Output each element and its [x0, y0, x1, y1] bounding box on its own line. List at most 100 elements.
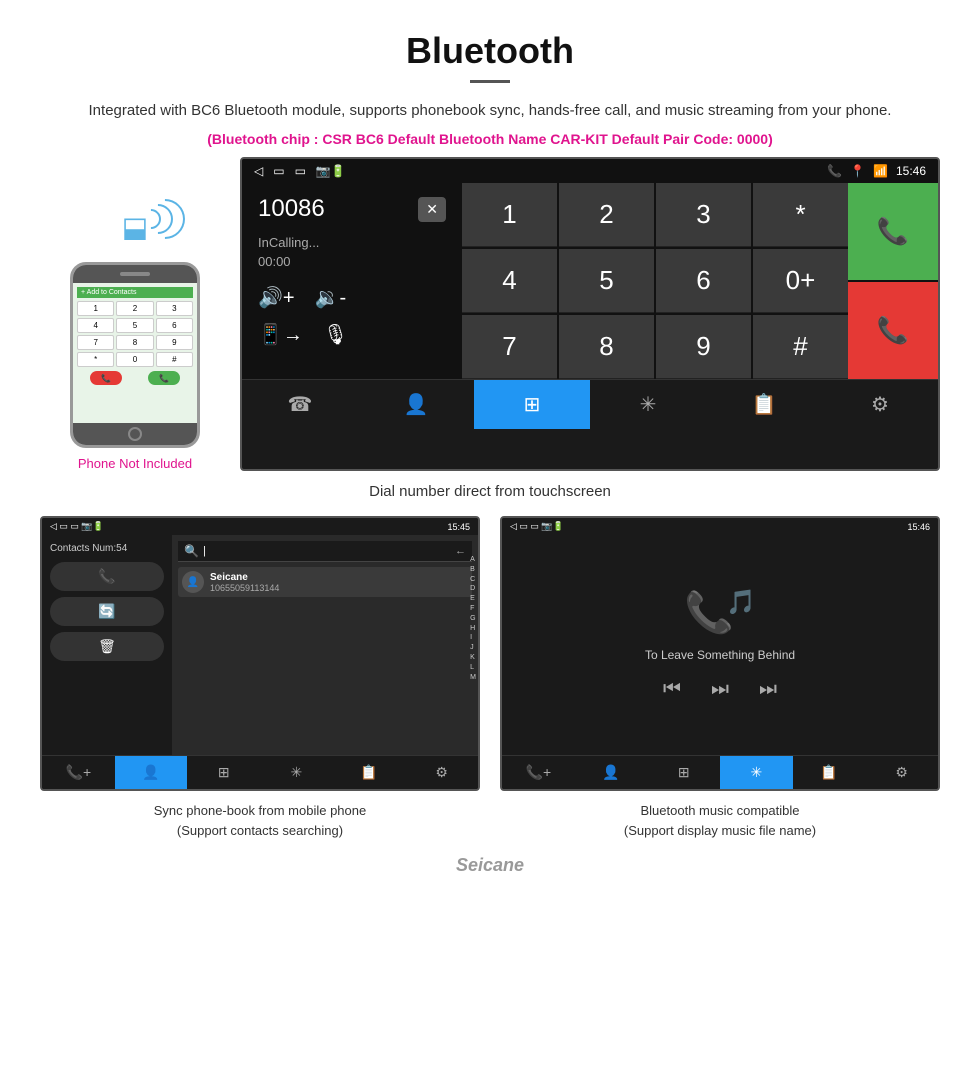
phone-end-btn[interactable]: 📞 [90, 371, 122, 385]
wifi-icon-status: 📶 [873, 164, 888, 178]
key-7[interactable]: 7 [462, 315, 557, 379]
contacts-right-panel: 🔍 | ← 👤 Seicane 10655059113144 [172, 535, 478, 755]
red-end-button[interactable]: 📞 [848, 282, 938, 379]
key-9[interactable]: 9 [656, 315, 751, 379]
green-call-button[interactable]: 📞 [848, 183, 938, 280]
main-screenshot-section: ⬓ + Add to Contacts 1 2 3 4 5 6 7 [40, 157, 940, 471]
phone-key-9[interactable]: 9 [156, 335, 193, 350]
key-6[interactable]: 6 [656, 249, 751, 313]
status-bar-left: ◁ ▭ ▭ 📷🔋 [254, 164, 346, 178]
next-track-button[interactable]: ⏭ [711, 678, 729, 701]
main-caption: Dial number direct from touchscreen [40, 471, 940, 516]
contacts-nav-call[interactable]: 📞+ [42, 756, 115, 789]
phone-speaker [120, 272, 150, 276]
nav-dialpad-btn[interactable]: ⊞ [474, 380, 590, 429]
phone-key-star[interactable]: * [77, 352, 114, 367]
key-star[interactable]: * [753, 183, 848, 247]
music-controls: ⏮ ⏭ ⏭ [663, 678, 777, 701]
key-2[interactable]: 2 [559, 183, 654, 247]
music-caption-line2: (Support display music file name) [624, 823, 816, 838]
nav-recents: ▭ [295, 164, 306, 178]
contacts-time: 15:45 [447, 522, 470, 532]
music-nav-call[interactable]: 📞+ [502, 756, 575, 789]
phone-key-3[interactable]: 3 [156, 301, 193, 316]
phone-screen: + Add to Contacts 1 2 3 4 5 6 7 8 9 * 0 … [73, 283, 197, 423]
vol-up-btn[interactable]: 🔊+ [258, 285, 295, 310]
transfer-btn[interactable]: 📱→ [258, 322, 303, 347]
contact-number: 10655059113144 [210, 583, 279, 593]
title-divider [470, 80, 510, 83]
phone-call-btn[interactable]: 📞 [148, 371, 180, 385]
key-hash[interactable]: # [753, 315, 848, 379]
call-timer-display: 00:00 [258, 254, 446, 269]
music-nav-settings[interactable]: ⚙ [865, 756, 938, 789]
skip-button[interactable]: ⏭ [759, 678, 777, 701]
key-3[interactable]: 3 [656, 183, 751, 247]
music-nav-bluetooth[interactable]: ✳ [720, 756, 793, 789]
back-arrow-icon: ← [455, 545, 466, 557]
delete-action-btn[interactable]: 🗑 [50, 632, 164, 661]
music-nav-bar: 📞+ 👤 ⊞ ✳ 📋 ⚙ [502, 755, 938, 789]
contacts-status-bar: ◁ ▭ ▭ 📷🔋 15:45 [42, 518, 478, 535]
rebuilt-status-bar: ◁ ▭ ▭ 📷🔋 📞 📍 📶 15:46 [242, 159, 938, 183]
key-5[interactable]: 5 [559, 249, 654, 313]
contacts-nav-contacts[interactable]: 👤 [115, 756, 188, 789]
music-caption: Bluetooth music compatible (Support disp… [500, 791, 940, 845]
contact-search-input[interactable]: | [203, 545, 455, 557]
call-buttons-column: 📞 📞 [848, 183, 938, 379]
phone-key-8[interactable]: 8 [116, 335, 153, 350]
backspace-btn[interactable]: ✕ [418, 197, 446, 222]
nav-contacts-btn[interactable]: 👤 [358, 380, 474, 429]
volume-controls: 🔊+ 🔉- [258, 285, 446, 310]
mic-btn[interactable]: 🎙 [323, 322, 348, 347]
key-1[interactable]: 1 [462, 183, 557, 247]
nav-call-btn[interactable]: ☎ [242, 380, 358, 429]
key-8[interactable]: 8 [559, 315, 654, 379]
location-icon-status: 📍 [850, 164, 865, 178]
phone-screen-header: + Add to Contacts [77, 287, 193, 298]
music-screen-section: ◁ ▭ ▭ 📷🔋 15:46 📞 🎵 To Leave Something Be… [500, 516, 940, 845]
contacts-caption: Sync phone-book from mobile phone (Suppo… [40, 791, 480, 845]
contacts-nav-bluetooth[interactable]: ✳ [260, 756, 333, 789]
phone-key-7[interactable]: 7 [77, 335, 114, 350]
phone-key-2[interactable]: 2 [116, 301, 153, 316]
page-title: Bluetooth [40, 30, 940, 72]
nav-home: ▭ [273, 164, 284, 178]
phone-key-hash[interactable]: # [156, 352, 193, 367]
music-nav-dialpad[interactable]: ⊞ [647, 756, 720, 789]
contact-avatar: 👤 [182, 571, 204, 593]
contacts-nav-settings[interactable]: ⚙ [405, 756, 478, 789]
sync-action-btn[interactable]: 🔄 [50, 597, 164, 626]
music-nav-transfer[interactable]: 📋 [793, 756, 866, 789]
watermark: Seicane [40, 845, 940, 886]
phone-icon-status: 📞 [827, 164, 842, 178]
music-nav-contacts[interactable]: 👤 [575, 756, 648, 789]
phone-key-4[interactable]: 4 [77, 318, 114, 333]
nav-settings-btn[interactable]: ⚙ [822, 380, 938, 429]
prev-track-button[interactable]: ⏮ [663, 678, 681, 701]
phone-key-0[interactable]: 0 [116, 352, 153, 367]
call-action-btn[interactable]: 📞 [50, 562, 164, 591]
status-icons: 📷🔋 [316, 164, 346, 178]
contacts-nav-transfer[interactable]: 📋 [333, 756, 406, 789]
phone-key-1[interactable]: 1 [77, 301, 114, 316]
vol-down-btn[interactable]: 🔉- [315, 285, 347, 310]
main-bottom-nav: ☎ 👤 ⊞ ✳ 📋 ⚙ [242, 379, 938, 429]
music-caption-line1: Bluetooth music compatible [641, 803, 800, 818]
bluetooth-icon: ⬓ [122, 211, 148, 244]
phone-mockup: + Add to Contacts 1 2 3 4 5 6 7 8 9 * 0 … [70, 262, 200, 448]
nav-bt-btn[interactable]: ✳ [590, 380, 706, 429]
phone-top-bar [73, 265, 197, 283]
phone-not-included-label: Phone Not Included [78, 456, 192, 471]
nav-transfer-btn[interactable]: 📋 [706, 380, 822, 429]
phone-key-5[interactable]: 5 [116, 318, 153, 333]
key-0plus[interactable]: 0+ [753, 249, 848, 313]
left-phone-area: ⬓ + Add to Contacts 1 2 3 4 5 6 7 [40, 197, 240, 471]
key-4[interactable]: 4 [462, 249, 557, 313]
contacts-caption-line2: (Support contacts searching) [177, 823, 343, 838]
music-screen-content: 📞 🎵 To Leave Something Behind ⏮ ⏭ ⏭ [502, 535, 938, 755]
contacts-nav-dialpad[interactable]: ⊞ [187, 756, 260, 789]
phone-home-button[interactable] [128, 427, 142, 441]
phone-key-6[interactable]: 6 [156, 318, 193, 333]
contact-entry[interactable]: 👤 Seicane 10655059113144 [178, 567, 472, 597]
